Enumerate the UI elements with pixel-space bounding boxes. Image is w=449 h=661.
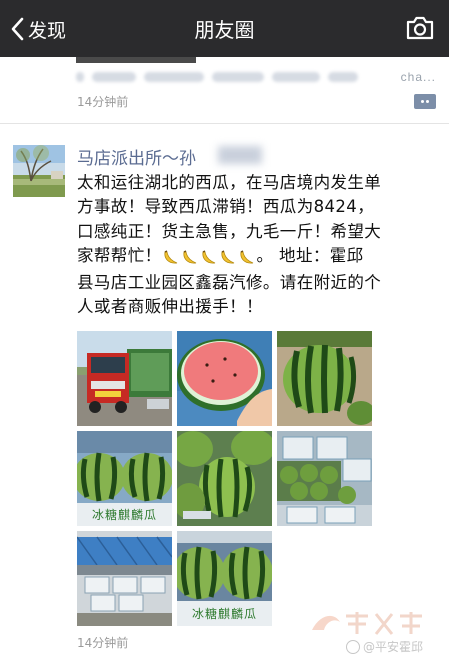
blurred-text [272, 72, 320, 82]
navbar: 发现 朋友圈 [0, 0, 449, 57]
blurred-text [144, 72, 204, 82]
post-text-line: 县马店工业园区鑫磊汽修。请在附近的个 [77, 273, 382, 293]
post-text-line: 方事故！导致西瓜滞销！西瓜为8424， [77, 197, 375, 217]
post-text-segment: 家帮帮忙！ [77, 245, 162, 265]
comment-icon[interactable] [414, 94, 436, 109]
blurred-text [76, 72, 84, 82]
emoji-row [162, 247, 257, 271]
post-text-line: 太和运往湖北的西瓜，在马店境内发生单 [77, 173, 382, 192]
banana-emoji [220, 250, 234, 264]
banana-emoji [239, 250, 253, 264]
previous-post-link-text: cha... [400, 70, 436, 84]
previous-post-image[interactable] [76, 57, 196, 63]
photo-market-stall[interactable] [77, 531, 172, 626]
watermark-handle-text: @平安霍邱 [363, 640, 424, 654]
photo-watermelons-label[interactable]: 冰糖麒麟瓜 [77, 431, 172, 526]
banana-emoji [182, 250, 196, 264]
post-text: 太和运往湖北的西瓜，在马店境内发生单 方事故！导致西瓜滞销！西瓜为8424， 口… [77, 171, 439, 320]
post-text-line: 口感纯正！货主急售，九毛一斤！希望大 [77, 221, 382, 241]
blurred-text [212, 72, 264, 82]
watermark-logo [312, 612, 422, 635]
avatar[interactable] [13, 145, 65, 197]
watermark-handle: @平安霍邱 [346, 638, 423, 655]
chevron-left-icon [11, 17, 24, 41]
post-text-line: 人或者商贩伸出援手！！ [77, 297, 263, 317]
weibo-icon [346, 639, 360, 654]
post-text-line-4: 家帮帮忙！ 。 地址：霍邱 [77, 244, 439, 271]
post-text-segment: 。 地址：霍邱 [256, 245, 364, 265]
page-title: 朋友圈 [194, 18, 255, 42]
back-label: 发现 [28, 19, 67, 42]
divider [0, 123, 449, 124]
author-name[interactable]: 马店派出所～孙 [77, 144, 196, 169]
blurred-author-suffix [218, 146, 262, 164]
photo-cut-watermelon[interactable] [177, 331, 272, 426]
previous-post-link[interactable]: cha... [76, 66, 436, 88]
blurred-text [328, 72, 358, 82]
photo-boxed-watermelons[interactable] [277, 431, 372, 526]
camera-icon[interactable] [405, 15, 435, 41]
photo-watermelons-label[interactable]: 冰糖麒麟瓜 [177, 531, 272, 626]
previous-post-timestamp: 14分钟前 [77, 95, 129, 109]
blurred-text [92, 72, 136, 82]
photo-caption: 冰糖麒麟瓜 [91, 508, 157, 522]
photo-watermelon-pile[interactable] [177, 431, 272, 526]
photo-caption: 冰糖麒麟瓜 [191, 607, 257, 621]
banana-emoji [163, 250, 177, 264]
back-button[interactable]: 发现 [10, 14, 66, 44]
photo-truck[interactable] [77, 331, 172, 426]
banana-emoji [201, 250, 215, 264]
post-timestamp: 14分钟前 [77, 636, 129, 650]
photo-whole-watermelon[interactable] [277, 331, 372, 426]
